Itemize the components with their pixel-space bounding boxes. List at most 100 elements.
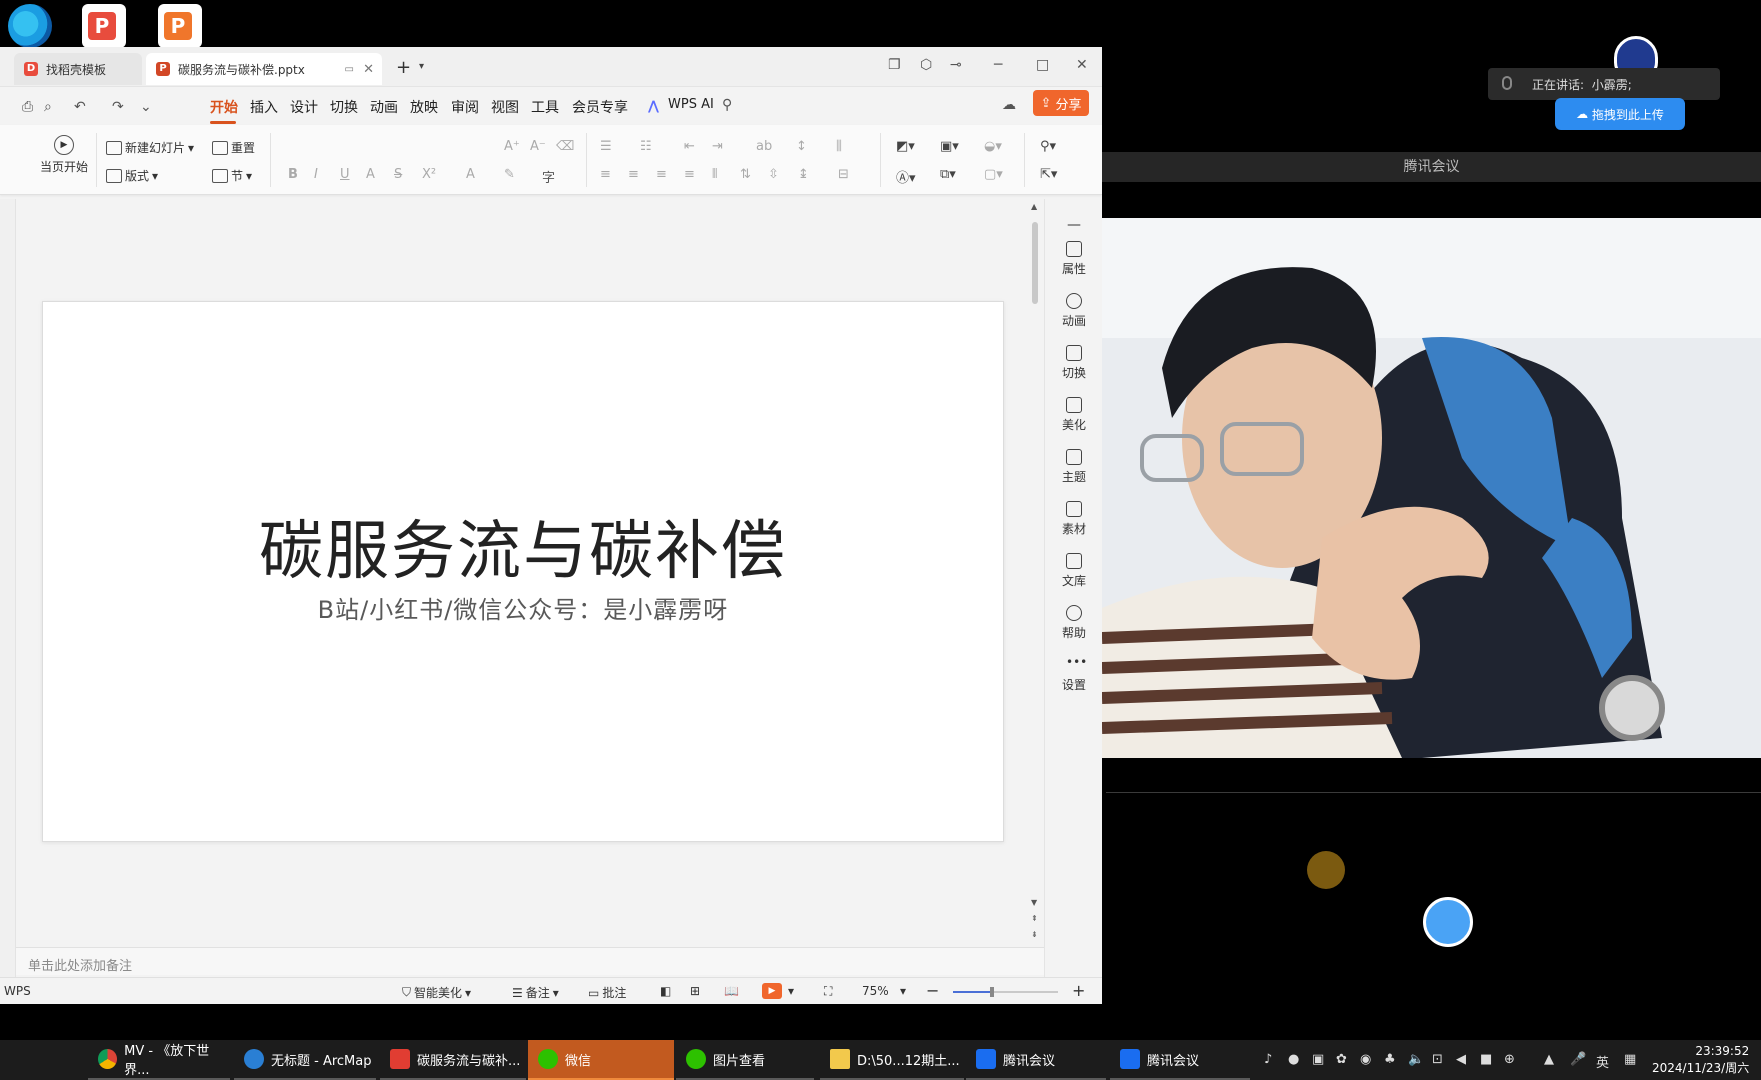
line-spacing-icon[interactable]: ↕: [796, 139, 807, 154]
paragraph-spacing-icon[interactable]: ⇅: [740, 167, 751, 182]
system-clock[interactable]: 23:39:52 2024/11/23/周六: [1652, 1043, 1749, 1077]
floating-ball-icon[interactable]: [1423, 897, 1473, 947]
chevron-down-icon[interactable]: ▾: [900, 984, 906, 998]
zoom-in-icon[interactable]: +: [1072, 981, 1085, 1000]
thumbnail-pane-collapsed[interactable]: [0, 199, 16, 991]
numbered-list-icon[interactable]: ☷: [640, 139, 652, 154]
justify-icon[interactable]: ≡: [684, 167, 695, 182]
slide-sorter-icon[interactable]: ⊞: [690, 984, 700, 998]
layout-button[interactable]: 版式 ▾: [106, 167, 158, 184]
play-slideshow-button[interactable]: ▶: [762, 983, 782, 999]
chevron-down-icon[interactable]: ▾: [788, 984, 794, 998]
align-center-icon[interactable]: ≡: [628, 167, 639, 182]
next-slide-icon[interactable]: ⇟: [1031, 930, 1038, 939]
side-settings[interactable]: ••• 设置: [1045, 656, 1102, 693]
menu-view[interactable]: 视图: [491, 97, 519, 117]
strikethrough-icon[interactable]: A: [366, 167, 375, 182]
participant-video-feed[interactable]: [1102, 218, 1761, 758]
menu-transition[interactable]: 切换: [330, 97, 358, 117]
vertical-scrollbar[interactable]: ▲ ▼ ⇞ ⇟: [1030, 202, 1040, 947]
taskbar-item-tencent-meeting-2[interactable]: 腾讯会议: [1110, 1040, 1250, 1080]
bold-icon[interactable]: B: [288, 167, 298, 182]
notes-toggle-button[interactable]: ☰ 备注 ▾: [512, 984, 559, 1001]
tray-app-icon[interactable]: ✿: [1336, 1052, 1347, 1067]
shapes-icon[interactable]: ◩▾: [896, 139, 915, 154]
line-height-icon[interactable]: ↨: [798, 167, 809, 182]
taskbar-item-explorer[interactable]: D:\50...12期土...: [820, 1040, 964, 1080]
decrease-font-icon[interactable]: A⁻: [530, 139, 546, 154]
key-icon[interactable]: ⊸: [950, 57, 962, 73]
underline-icon[interactable]: U: [340, 167, 350, 182]
tray-app-icon[interactable]: ■: [1480, 1052, 1492, 1067]
scrollbar-thumb[interactable]: [1032, 222, 1038, 304]
undo-icon[interactable]: ↶: [74, 99, 86, 115]
volume-icon[interactable]: 🔈: [1408, 1052, 1424, 1067]
minimize-icon[interactable]: ─: [994, 57, 1002, 73]
tray-app-icon[interactable]: ◀: [1456, 1052, 1466, 1067]
textbox-icon[interactable]: Ⓐ▾: [896, 167, 916, 186]
tray-app-icon[interactable]: ◉: [1360, 1052, 1371, 1067]
side-library[interactable]: 文库: [1045, 553, 1102, 589]
monitor-icon[interactable]: ▭: [345, 64, 354, 75]
shadow-icon[interactable]: S: [394, 167, 402, 182]
arrange-icon[interactable]: ⧉▾: [940, 167, 956, 182]
side-transition[interactable]: 切换: [1045, 345, 1102, 381]
side-beautify[interactable]: 美化: [1045, 397, 1102, 433]
align-right-icon[interactable]: ≡: [656, 167, 667, 182]
taskbar-item-arcmap[interactable]: 无标题 - ArcMap: [234, 1040, 376, 1080]
notes-pane[interactable]: 单击此处添加备注: [16, 947, 1044, 975]
increase-font-icon[interactable]: A⁺: [504, 139, 520, 154]
ime-indicator[interactable]: 英: [1596, 1052, 1609, 1071]
menu-design[interactable]: 设计: [290, 97, 318, 117]
tray-app-icon[interactable]: ♣: [1384, 1052, 1396, 1067]
redo-icon[interactable]: ↷: [112, 99, 124, 115]
wps-presentation-icon[interactable]: [158, 4, 202, 48]
menu-start[interactable]: 开始: [210, 97, 238, 117]
network-icon[interactable]: ⊡: [1432, 1052, 1443, 1067]
window-layout-icon[interactable]: ❐: [888, 57, 901, 73]
side-help[interactable]: 帮助: [1045, 605, 1102, 641]
taskbar-item-photo-viewer[interactable]: 图片查看: [676, 1040, 814, 1080]
microphone-tray-icon[interactable]: 🎤: [1570, 1052, 1586, 1067]
menu-tools[interactable]: 工具: [531, 97, 559, 117]
zoom-level[interactable]: 75%: [862, 984, 889, 998]
close-window-icon[interactable]: ✕: [1076, 57, 1088, 73]
increase-indent-icon[interactable]: ⇥: [712, 139, 723, 154]
taskbar-item-wechat[interactable]: 微信: [528, 1040, 674, 1080]
print-icon[interactable]: ⎙: [22, 99, 33, 115]
slide-canvas[interactable]: 碳服务流与碳补偿 B站/小红书/微信公众号：是小霹雳呀: [42, 301, 1004, 842]
text-box-align-icon[interactable]: ⊟: [838, 167, 849, 182]
wps-ai-button[interactable]: WPS AI: [668, 97, 714, 112]
taskbar-item-wps[interactable]: 碳服务流与碳补...: [380, 1040, 526, 1080]
align-left-icon[interactable]: ≡: [600, 167, 611, 182]
collapse-panel-icon[interactable]: —: [1045, 217, 1102, 233]
find-icon[interactable]: ⚲▾: [1040, 139, 1056, 154]
chevron-down-icon[interactable]: ▾: [419, 61, 424, 72]
tray-app-icon[interactable]: ⊕: [1504, 1052, 1515, 1067]
taskbar-item-chrome[interactable]: MV - 《放下世界...: [88, 1040, 230, 1080]
reading-view-icon[interactable]: 📖: [724, 984, 739, 998]
tiktok-tray-icon[interactable]: ♪: [1264, 1052, 1272, 1067]
superscript-icon[interactable]: X²: [422, 167, 436, 182]
clear-format-icon[interactable]: ⌫: [556, 139, 574, 154]
tencent-meeting-tray-icon[interactable]: ▲: [1544, 1052, 1554, 1067]
vertical-align-icon[interactable]: ⇳: [768, 167, 779, 182]
columns-icon[interactable]: ⫼: [836, 139, 842, 154]
edge-browser-icon[interactable]: [8, 4, 52, 48]
side-materials[interactable]: 素材: [1045, 501, 1102, 537]
new-tab-icon[interactable]: +: [396, 57, 411, 78]
previous-slide-icon[interactable]: ⇞: [1031, 914, 1038, 923]
wps-pdf-icon[interactable]: [82, 4, 126, 48]
zoom-slider[interactable]: [953, 987, 1058, 997]
italic-icon[interactable]: I: [314, 167, 318, 182]
keyboard-grid-icon[interactable]: ▦: [1624, 1052, 1636, 1067]
close-tab-icon[interactable]: ✕: [363, 62, 374, 77]
select-icon[interactable]: ⇱▾: [1040, 167, 1057, 182]
fill-icon[interactable]: ◒▾: [984, 139, 1002, 154]
cube-icon[interactable]: ⬡: [920, 57, 932, 73]
share-button[interactable]: ⇪ 分享: [1033, 90, 1089, 116]
scroll-up-icon[interactable]: ▲: [1031, 202, 1037, 211]
slide-subtitle[interactable]: B站/小红书/微信公众号：是小霹雳呀: [43, 590, 1003, 625]
side-animation[interactable]: 动画: [1045, 293, 1102, 329]
reset-button[interactable]: 重置: [212, 139, 255, 156]
